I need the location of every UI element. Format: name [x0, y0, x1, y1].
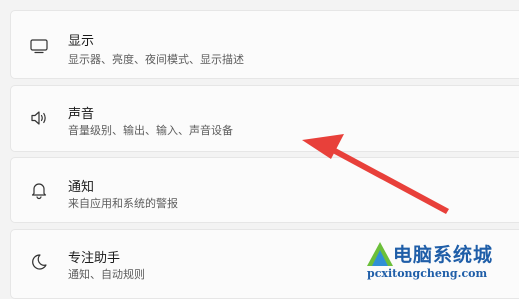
settings-item-display[interactable]: 显示 显示器、亮度、夜间模式、显示描述 — [10, 10, 519, 79]
settings-item-notifications[interactable]: 通知 来自应用和系统的警报 — [10, 157, 519, 223]
watermark-logo-icon — [367, 242, 393, 266]
settings-item-subtitle: 显示器、亮度、夜间模式、显示描述 — [68, 53, 244, 66]
settings-item-title: 通知 — [68, 180, 95, 195]
settings-item-subtitle: 通知、自动规则 — [68, 268, 145, 281]
speaker-icon — [29, 108, 49, 128]
watermark-text: 电脑系统城 — [393, 244, 494, 266]
settings-item-title: 显示 — [68, 34, 95, 49]
moon-icon — [29, 252, 49, 272]
settings-item-sound[interactable]: 声音 音量级别、输出、输入、声音设备 — [10, 85, 519, 152]
display-icon — [29, 36, 49, 56]
watermark: 电脑系统城 pcxitongcheng.com — [365, 240, 515, 286]
bell-icon — [29, 180, 49, 200]
settings-item-subtitle: 音量级别、输出、输入、声音设备 — [68, 124, 233, 137]
settings-item-subtitle: 来自应用和系统的警报 — [68, 197, 178, 210]
settings-item-title: 专注助手 — [68, 251, 121, 266]
settings-item-title: 声音 — [68, 107, 95, 122]
watermark-url: pcxitongcheng.com — [367, 267, 488, 280]
